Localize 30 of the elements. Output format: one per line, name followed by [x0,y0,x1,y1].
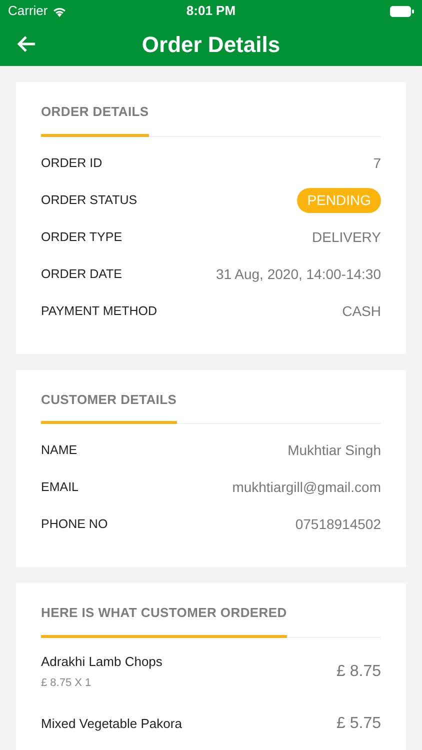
carrier-label: Carrier [8,2,48,20]
field-value: 07518914502 [295,515,381,534]
field-value: 31 Aug, 2020, 14:00-14:30 [216,264,381,284]
field-value: CASH [342,302,381,320]
section-title: HERE IS WHAT CUSTOMER ORDERED [41,603,287,638]
field-label: ORDER ID [41,154,102,172]
field-label: PHONE NO [41,516,108,534]
status-badge: PENDING [297,188,381,212]
field-value: mukhtiargill@gmail.com [232,478,381,497]
battery-icon [390,6,414,16]
field-value: DELIVERY [312,228,381,246]
clock-time: 8:01 PM [186,2,236,20]
item-quantity: £ 8.75 X 1 [41,676,92,691]
field-label: PAYMENT METHOD [41,302,157,320]
field-label: ORDER TYPE [41,228,122,246]
page-title: Order Details [142,30,280,58]
field-value: 7 [373,154,381,172]
item-price: £ 8.75 [336,662,381,682]
field-label: NAME [41,442,78,460]
item-name: Mixed Vegetable Pakora [41,714,182,733]
field-value: Mukhtiar Singh [288,441,381,460]
field-label: EMAIL [41,479,79,496]
wifi-icon [52,6,67,16]
field-label: ORDER DATE [41,266,122,283]
back-arrow-icon[interactable] [16,35,36,53]
item-price: £ 5.75 [336,714,381,734]
field-label: ORDER STATUS [41,192,138,209]
item-name: Adrakhi Lamb Chops [41,652,162,671]
section-title: CUSTOMER DETAILS [41,390,177,424]
section-title: ORDER DETAILS [41,102,149,136]
